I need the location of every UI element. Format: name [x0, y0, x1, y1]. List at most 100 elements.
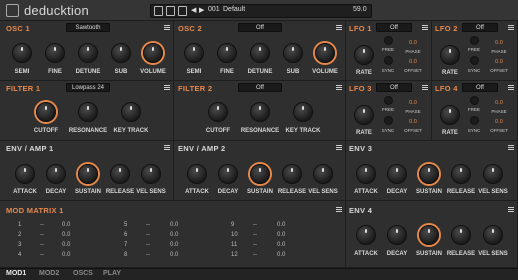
modmatrix-amt-cell[interactable]: 0.0 — [62, 252, 82, 258]
modmatrix-amt-cell[interactable]: 0.0 — [62, 232, 82, 238]
modmatrix-amt-cell[interactable]: 0.0 — [277, 252, 297, 258]
lfo4-sync-toggle[interactable] — [470, 116, 479, 125]
modmatrix-src-cell[interactable]: -- — [253, 222, 267, 228]
list-icon[interactable] — [154, 6, 163, 16]
filter1-resonance-knob[interactable] — [78, 102, 98, 122]
env4-attack-knob[interactable] — [356, 225, 376, 245]
lfo2-offset-value[interactable]: 0.0 — [488, 59, 510, 65]
modmatrix-amt-cell[interactable]: 0.0 — [170, 232, 190, 238]
modmatrix-src-cell[interactable]: -- — [253, 242, 267, 248]
env-amp2-decay-knob[interactable] — [218, 164, 238, 184]
lfo1-menu-icon[interactable] — [422, 25, 428, 30]
modmatrix-amt-cell[interactable]: 0.0 — [277, 232, 297, 238]
tab-oscs[interactable]: OSCS — [73, 270, 93, 277]
osc2-detune-knob[interactable] — [250, 43, 270, 63]
modmatrix-menu-icon[interactable] — [336, 207, 342, 212]
env-amp1-menu-icon[interactable] — [164, 145, 170, 150]
lfo3-phase-value[interactable]: 0.0 — [402, 100, 424, 106]
osc2-volume-knob[interactable] — [315, 43, 335, 63]
env-amp2-sustain-knob[interactable] — [250, 164, 270, 184]
preset-name[interactable]: Default — [223, 6, 245, 13]
lfo2-free-toggle[interactable] — [470, 36, 479, 45]
tab-mod2[interactable]: MOD2 — [39, 270, 59, 277]
env4-release-knob[interactable] — [451, 225, 471, 245]
filter2-menu-icon[interactable] — [336, 85, 342, 90]
osc1-wave-dropdown[interactable]: Sawtooth — [66, 23, 110, 32]
osc2-fine-knob[interactable] — [217, 43, 237, 63]
env4-sustain-knob[interactable] — [419, 225, 439, 245]
env-amp1-velsens-knob[interactable] — [141, 164, 161, 184]
modmatrix-amt-cell[interactable]: 0.0 — [170, 242, 190, 248]
env3-attack-knob[interactable] — [356, 164, 376, 184]
modmatrix-amt-cell[interactable]: 0.0 — [277, 222, 297, 228]
env4-velsens-knob[interactable] — [483, 225, 503, 245]
modmatrix-src-cell[interactable]: -- — [146, 242, 160, 248]
lfo4-offset-value[interactable]: 0.0 — [488, 119, 510, 125]
lfo3-rate-knob[interactable] — [354, 105, 374, 125]
env-amp1-attack-knob[interactable] — [15, 164, 35, 184]
lfo1-offset-value[interactable]: 0.0 — [402, 59, 424, 65]
env-amp2-release-knob[interactable] — [282, 164, 302, 184]
env-amp1-sustain-knob[interactable] — [78, 164, 98, 184]
env3-release-knob[interactable] — [451, 164, 471, 184]
osc1-semi-knob[interactable] — [12, 43, 32, 63]
env3-sustain-knob[interactable] — [419, 164, 439, 184]
osc1-menu-icon[interactable] — [164, 25, 170, 30]
env4-decay-knob[interactable] — [387, 225, 407, 245]
env-amp2-attack-knob[interactable] — [187, 164, 207, 184]
lfo3-menu-icon[interactable] — [422, 85, 428, 90]
lfo2-rate-knob[interactable] — [440, 45, 460, 65]
filter2-cutoff-knob[interactable] — [208, 102, 228, 122]
osc2-menu-icon[interactable] — [336, 25, 342, 30]
modmatrix-src-cell[interactable]: -- — [146, 222, 160, 228]
osc2-sub-knob[interactable] — [283, 43, 303, 63]
env-amp1-decay-knob[interactable] — [46, 164, 66, 184]
lfo2-menu-icon[interactable] — [508, 25, 514, 30]
preset-bar[interactable]: ◀ ▶ 001 Default 59.0 — [150, 4, 372, 18]
osc1-fine-knob[interactable] — [45, 43, 65, 63]
modmatrix-src-cell[interactable]: -- — [146, 232, 160, 238]
modmatrix-amt-cell[interactable]: 0.0 — [170, 252, 190, 258]
osc1-detune-knob[interactable] — [78, 43, 98, 63]
lfo3-free-toggle[interactable] — [384, 96, 393, 105]
filter1-type-dropdown[interactable]: Lowpass 24 — [66, 83, 110, 92]
env-amp2-menu-icon[interactable] — [336, 145, 342, 150]
modmatrix-src-cell[interactable]: -- — [40, 242, 54, 248]
lfo1-phase-value[interactable]: 0.0 — [402, 40, 424, 46]
filter1-cutoff-knob[interactable] — [36, 102, 56, 122]
modmatrix-amt-cell[interactable]: 0.0 — [277, 242, 297, 248]
folder-icon[interactable] — [166, 6, 175, 16]
modmatrix-src-cell[interactable]: -- — [40, 252, 54, 258]
env3-decay-knob[interactable] — [387, 164, 407, 184]
env3-velsens-knob[interactable] — [483, 164, 503, 184]
lfo4-wave-dropdown[interactable]: Off — [462, 83, 498, 92]
modmatrix-amt-cell[interactable]: 0.0 — [62, 222, 82, 228]
lfo1-free-toggle[interactable] — [384, 36, 393, 45]
lfo3-offset-value[interactable]: 0.0 — [402, 119, 424, 125]
tab-play[interactable]: PLAY — [103, 270, 121, 277]
filter2-type-dropdown[interactable]: Off — [238, 83, 282, 92]
filter1-menu-icon[interactable] — [164, 85, 170, 90]
env-amp1-release-knob[interactable] — [110, 164, 130, 184]
env3-menu-icon[interactable] — [508, 145, 514, 150]
filter1-keytrack-knob[interactable] — [121, 102, 141, 122]
filter2-resonance-knob[interactable] — [250, 102, 270, 122]
filter2-keytrack-knob[interactable] — [293, 102, 313, 122]
lfo4-rate-knob[interactable] — [440, 105, 460, 125]
prev-preset-icon[interactable]: ◀ — [191, 6, 196, 14]
osc2-wave-dropdown[interactable]: Off — [238, 23, 282, 32]
lfo1-wave-dropdown[interactable]: Off — [376, 23, 412, 32]
lfo4-menu-icon[interactable] — [508, 85, 514, 90]
lfo4-free-toggle[interactable] — [470, 96, 479, 105]
next-preset-icon[interactable]: ▶ — [199, 6, 204, 14]
modmatrix-amt-cell[interactable]: 0.0 — [170, 222, 190, 228]
modmatrix-src-cell[interactable]: -- — [40, 222, 54, 228]
lfo2-wave-dropdown[interactable]: Off — [462, 23, 498, 32]
env-amp2-velsens-knob[interactable] — [313, 164, 333, 184]
modmatrix-src-cell[interactable]: -- — [253, 252, 267, 258]
lfo3-wave-dropdown[interactable]: Off — [376, 83, 412, 92]
osc2-semi-knob[interactable] — [184, 43, 204, 63]
lfo4-phase-value[interactable]: 0.0 — [488, 100, 510, 106]
lfo1-rate-knob[interactable] — [354, 45, 374, 65]
osc1-sub-knob[interactable] — [111, 43, 131, 63]
